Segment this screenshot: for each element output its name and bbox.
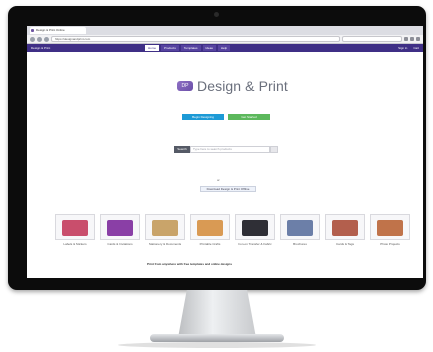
product-item[interactable]: Cards & Tags xyxy=(325,214,365,246)
search-input[interactable]: Type here to search products xyxy=(190,146,270,153)
home-icon[interactable] xyxy=(410,37,414,41)
product-item[interactable]: Iron-on Transfer & Fabric xyxy=(235,214,275,246)
product-thumbnail[interactable] xyxy=(100,214,140,240)
hero-logo: DP Design & Print xyxy=(177,78,288,94)
browser-toolbar: https://designandprint.com xyxy=(27,35,423,44)
browser-tab-title: Design & Print Online xyxy=(36,28,65,32)
search-icon[interactable] xyxy=(270,146,278,153)
product-image xyxy=(107,220,133,236)
monitor-bezel: Design & Print Online https://designandp… xyxy=(8,6,426,290)
search-label: Search xyxy=(174,146,190,153)
product-thumbnail[interactable] xyxy=(370,214,410,240)
nav-item-help[interactable]: Help xyxy=(217,45,231,51)
back-icon[interactable] xyxy=(30,36,35,42)
star-icon[interactable] xyxy=(404,37,408,41)
browser-tab-bar: Design & Print Online xyxy=(27,26,423,35)
get-started-button[interactable]: Get Started xyxy=(228,114,270,120)
menu-icon[interactable] xyxy=(416,37,420,41)
base-shadow xyxy=(118,342,316,348)
product-item[interactable]: Photo Projects xyxy=(370,214,410,246)
product-label: Iron-on Transfer & Fabric xyxy=(238,242,272,246)
product-item[interactable]: Printable Crafts xyxy=(190,214,230,246)
reload-icon[interactable] xyxy=(44,36,49,42)
forward-icon[interactable] xyxy=(37,36,42,42)
site-brand[interactable]: Design & Print xyxy=(31,46,83,50)
nav-item-home[interactable]: Home xyxy=(145,45,160,51)
product-search: Search Type here to search products xyxy=(174,146,278,153)
product-label: Photo Projects xyxy=(380,242,400,246)
product-image xyxy=(377,220,403,236)
product-thumbnail[interactable] xyxy=(280,214,320,240)
product-image xyxy=(152,220,178,236)
product-thumbnail[interactable] xyxy=(325,214,365,240)
product-label: Stationery & Documents xyxy=(148,242,182,246)
product-thumbnail[interactable] xyxy=(235,214,275,240)
site-menu: Home Products Templates Ideas Help xyxy=(145,45,231,51)
nav-item-products[interactable]: Products xyxy=(161,45,179,51)
product-thumbnail[interactable] xyxy=(55,214,95,240)
nav-item-ideas[interactable]: Ideas xyxy=(202,45,216,51)
favicon-icon xyxy=(31,29,34,32)
product-categories: Labels & Stickers Cards & Invitations St… xyxy=(55,214,410,246)
nav-item-templates[interactable]: Templates xyxy=(180,45,201,51)
download-offline-button[interactable]: Download Design & Print Offline xyxy=(200,186,256,192)
product-image xyxy=(332,220,358,236)
sign-in-link[interactable]: Sign in xyxy=(398,46,407,50)
monitor-stand xyxy=(178,290,256,336)
product-item[interactable]: Cards & Invitations xyxy=(100,214,140,246)
browser-tab[interactable]: Design & Print Online xyxy=(30,27,86,34)
product-item[interactable]: Brochures xyxy=(280,214,320,246)
product-thumbnail[interactable] xyxy=(190,214,230,240)
product-thumbnail[interactable] xyxy=(145,214,185,240)
product-label: Brochures xyxy=(293,242,307,246)
product-image xyxy=(197,220,223,236)
footer-text: Print from anywhere with free templates … xyxy=(147,262,233,266)
product-label: Cards & Tags xyxy=(336,242,354,246)
or-separator: or xyxy=(217,178,220,182)
product-label: Cards & Invitations xyxy=(107,242,133,246)
logo-text: Design & Print xyxy=(197,78,288,94)
product-image xyxy=(62,220,88,236)
monitor-base xyxy=(150,334,284,342)
product-image xyxy=(242,220,268,236)
device-scene: Design & Print Online https://designandp… xyxy=(0,0,433,352)
product-item[interactable]: Stationery & Documents xyxy=(145,214,185,246)
logo-mark-icon: DP xyxy=(177,81,193,91)
site-nav: Design & Print Home Products Templates I… xyxy=(27,44,423,52)
product-label: Labels & Stickers xyxy=(63,242,87,246)
camera-icon xyxy=(214,12,219,17)
address-bar[interactable]: https://designandprint.com xyxy=(51,36,340,42)
nav-right: Sign in Cart xyxy=(398,46,419,50)
product-item[interactable]: Labels & Stickers xyxy=(55,214,95,246)
cart-link[interactable]: Cart xyxy=(413,46,419,50)
product-image xyxy=(287,220,313,236)
screen: Design & Print Online https://designandp… xyxy=(27,26,423,278)
product-label: Printable Crafts xyxy=(199,242,221,246)
browser-search-input[interactable] xyxy=(342,36,402,42)
begin-designing-button[interactable]: Begin Designing xyxy=(182,114,224,120)
